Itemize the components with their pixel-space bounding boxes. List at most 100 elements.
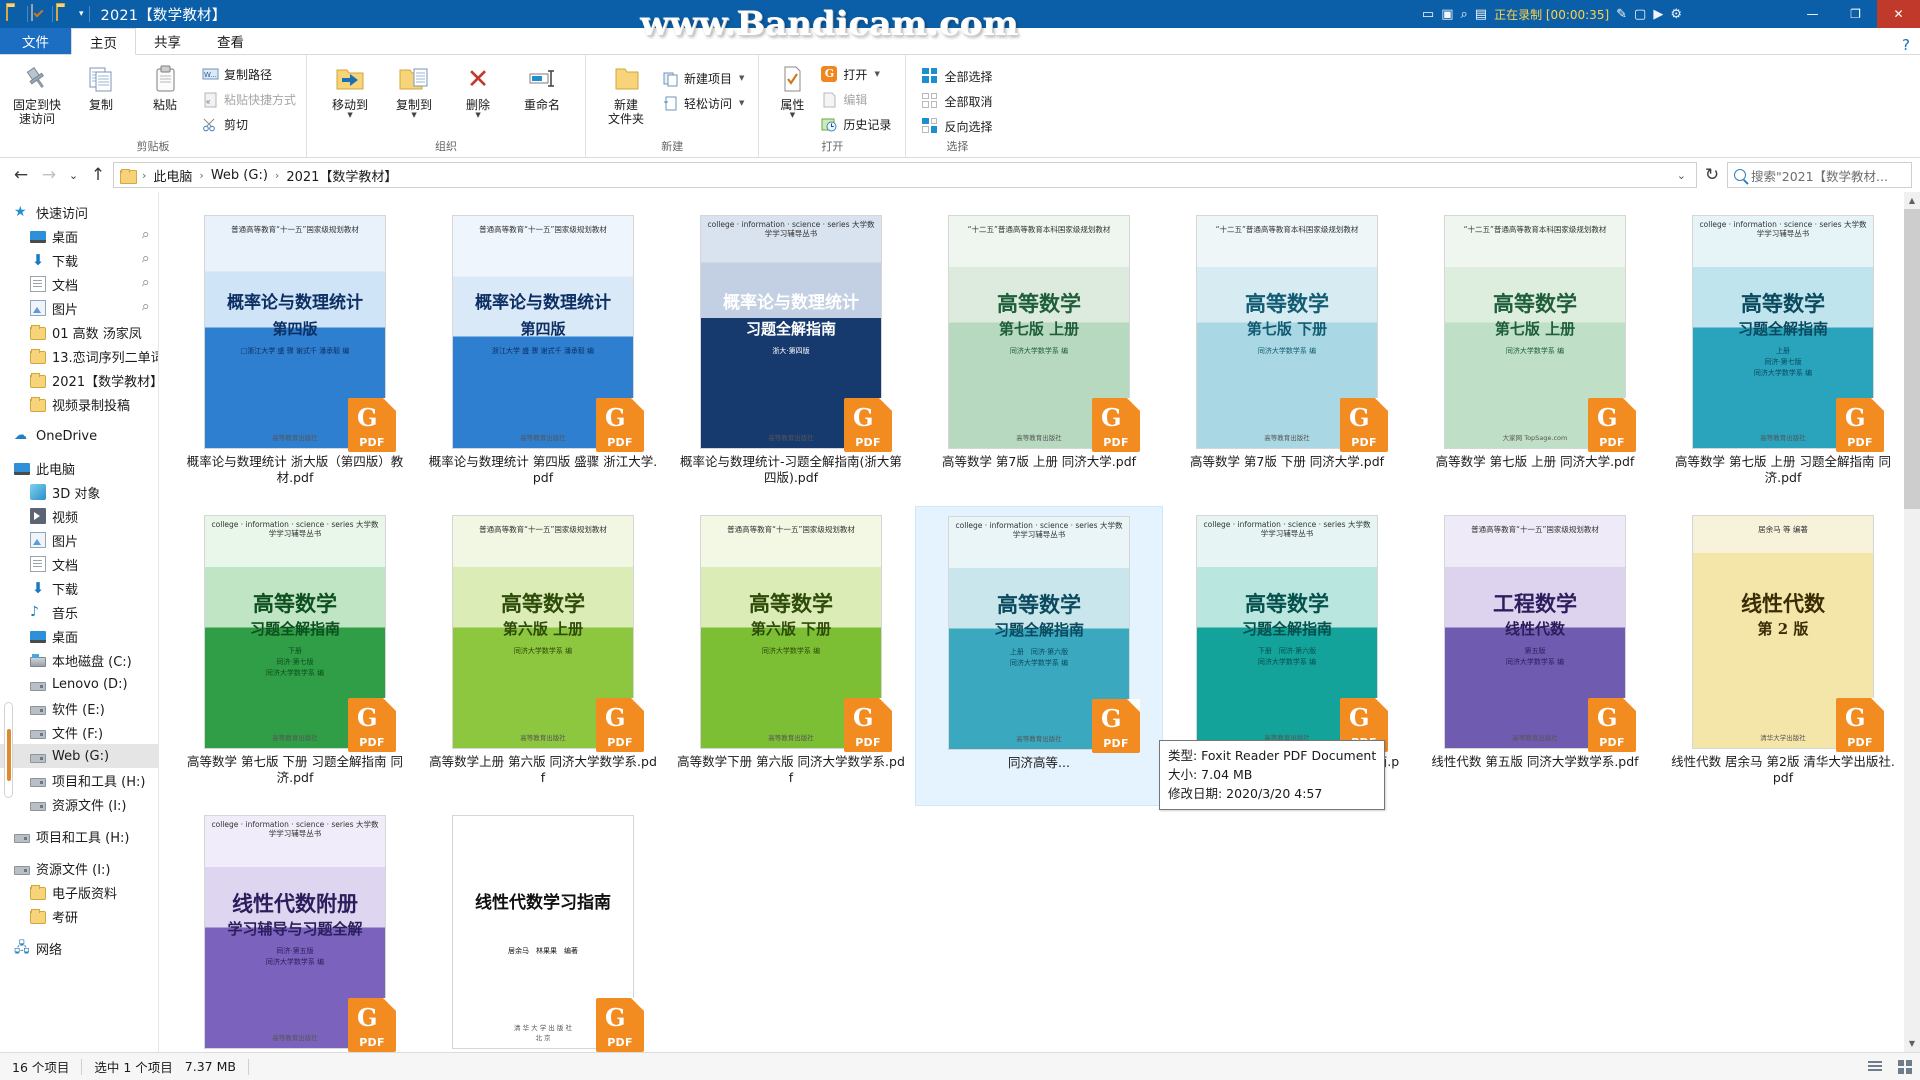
sidebar-item-2[interactable]: ⬇ 下载 ⚲ xyxy=(0,248,158,272)
select-all-button[interactable]: 全部选择 xyxy=(918,65,996,87)
file-name[interactable]: 概率论与数理统计 浙大版（第四版）教材.pdf xyxy=(180,454,410,486)
forward-button[interactable]: → xyxy=(36,162,62,188)
video-icon[interactable]: ▶ xyxy=(1653,7,1663,22)
file-tile[interactable]: 线性代数学习指南居余马 林果果 编著清 华 大 学 出 版 社 北 京GPDF线… xyxy=(419,806,667,1052)
copy-path-button[interactable]: W... 复制路径 xyxy=(198,63,300,85)
file-tile[interactable]: “十二五”普通高等教育本科国家级规划教材 高等数学 第七版 下册 同济大学数学系 编高… xyxy=(1163,206,1411,506)
file-name[interactable]: 高等数学 第七版 上册 同济大学.pdf xyxy=(1420,454,1650,470)
scroll-up-icon[interactable]: ▲ xyxy=(1904,192,1920,209)
pin-to-quick-access-button[interactable]: 固定到快 速访问 xyxy=(6,59,68,126)
sidebar-item-23[interactable]: 项目和工具 (H:) xyxy=(0,768,158,792)
select-none-button[interactable]: 全部取消 xyxy=(918,90,996,112)
pin-icon[interactable]: ⚲ xyxy=(139,230,151,242)
navigation-scrollbar[interactable] xyxy=(4,702,13,798)
copy-button[interactable]: 复制 xyxy=(70,59,132,112)
sidebar-item-1[interactable]: 桌面 ⚲ xyxy=(0,224,158,248)
sidebar-item-4[interactable]: 图片 ⚲ xyxy=(0,296,158,320)
chevron-down-icon[interactable]: ▾ xyxy=(79,9,84,19)
sidebar-item-0[interactable]: ★ 快速访问 xyxy=(0,200,158,224)
chevron-down-icon[interactable]: ▼ xyxy=(739,74,744,82)
sidebar-item-14[interactable]: 文档 xyxy=(0,552,158,576)
tab-home[interactable]: 主页 xyxy=(71,28,136,55)
sidebar-item-11[interactable]: 3D 对象 xyxy=(0,480,158,504)
new-item-button[interactable]: 新建项目 ▼ xyxy=(658,67,748,89)
gamepad-icon[interactable]: ▤ xyxy=(1475,7,1487,22)
file-tile[interactable]: college · information · science · series… xyxy=(171,506,419,806)
refresh-button[interactable]: ↻ xyxy=(1699,162,1725,188)
file-tile[interactable]: 普通高等教育“十一五”国家级规划教材 工程数学 线性代数 第五版 同济大学数学系 编高… xyxy=(1411,506,1659,806)
file-tile[interactable]: college · information · science · series… xyxy=(1659,206,1907,506)
file-name[interactable]: 概率论与数理统计 第四版 盛骤 浙江大学.pdf xyxy=(428,454,658,486)
file-tile[interactable]: 居余马 等 编著 线性代数第 2 版清华大学出版社 G PDF 线性代数 居余马 第2版… xyxy=(1659,506,1907,806)
history-button[interactable]: 历史记录 xyxy=(817,113,895,135)
file-tile[interactable]: “十二五”普通高等教育本科国家级规划教材 高等数学 第七版 上册 同济大学数学系 编高… xyxy=(915,206,1163,506)
tab-view[interactable]: 查看 xyxy=(199,28,262,54)
invert-selection-button[interactable]: 反向选择 xyxy=(918,115,996,137)
sidebar-item-26[interactable]: 资源文件 (I:) xyxy=(0,856,158,880)
copy-to-button[interactable]: 复制到 ▼ xyxy=(383,59,445,119)
content-scrollbar[interactable]: ▲ ▼ xyxy=(1904,192,1920,1052)
monitor-icon[interactable]: ▭ xyxy=(1422,7,1434,22)
minimize-button[interactable]: — xyxy=(1791,0,1834,28)
pin-icon[interactable]: ⚲ xyxy=(139,254,151,266)
breadcrumb-item-0[interactable]: 此电脑 xyxy=(148,166,197,185)
tab-file[interactable]: 文件 xyxy=(0,28,71,54)
file-name[interactable]: 概率论与数理统计-习题全解指南(浙大第四版).pdf xyxy=(676,454,906,486)
file-tile[interactable]: 普通高等教育“十一五”国家级规划教材 概率论与数理统计 第四版 浙江大学 盛 骤 谢式… xyxy=(419,206,667,506)
details-view-icon[interactable] xyxy=(1860,1054,1890,1080)
large-icons-view-icon[interactable] xyxy=(1890,1054,1920,1080)
file-name[interactable]: 线性代数 第五版 同济大学数学系.pdf xyxy=(1420,754,1650,770)
sidebar-item-3[interactable]: 文档 ⚲ xyxy=(0,272,158,296)
camera-icon[interactable]: ▢ xyxy=(1634,7,1646,22)
sidebar-item-19[interactable]: Lenovo (D:) xyxy=(0,672,158,696)
scrollbar-thumb[interactable] xyxy=(1904,209,1920,509)
up-button[interactable]: ↑ xyxy=(85,162,111,188)
chevron-down-icon[interactable]: ▼ xyxy=(411,112,416,119)
file-tile[interactable]: college · information · science · series… xyxy=(915,506,1163,806)
chevron-down-icon[interactable]: ▼ xyxy=(874,70,879,78)
open-button[interactable]: G 打开 ▼ xyxy=(817,63,895,85)
file-tile[interactable]: “十二五”普通高等教育本科国家级规划教材 高等数学 第七版 上册 同济大学数学系 编大… xyxy=(1411,206,1659,506)
sidebar-item-29[interactable]: 🖧 网络 xyxy=(0,936,158,960)
breadcrumb-separator[interactable]: › xyxy=(198,169,204,182)
delete-button[interactable]: ✕ 删除 ▼ xyxy=(447,59,509,119)
chevron-down-icon[interactable]: ▼ xyxy=(739,99,744,107)
file-tile[interactable]: 普通高等教育“十一五”国家级规划教材 高等数学 第六版 上册 同济大学数学系 编高等教… xyxy=(419,506,667,806)
file-name[interactable]: 高等数学上册 第六版 同济大学数学系.pdf xyxy=(428,754,658,786)
sidebar-item-17[interactable]: 桌面 xyxy=(0,624,158,648)
search-input[interactable]: 搜索"2021【数学教材... xyxy=(1727,162,1912,188)
edit-button[interactable]: 编辑 xyxy=(817,88,895,110)
paste-button[interactable]: 粘贴 xyxy=(134,59,196,112)
maximize-button[interactable]: ❐ xyxy=(1834,0,1877,28)
tab-share[interactable]: 共享 xyxy=(136,28,199,54)
new-folder-icon[interactable] xyxy=(56,4,74,23)
zoom-icon[interactable]: ⌕ xyxy=(1460,7,1467,22)
sidebar-item-6[interactable]: 13.恋词序列二单词 xyxy=(0,344,158,368)
scroll-down-icon[interactable]: ▼ xyxy=(1904,1035,1920,1052)
sidebar-item-25[interactable]: 项目和工具 (H:) xyxy=(0,824,158,848)
sidebar-item-21[interactable]: 文件 (F:) xyxy=(0,720,158,744)
pin-icon[interactable]: ⚲ xyxy=(139,278,151,290)
help-icon[interactable]: ? xyxy=(1902,36,1910,54)
pin-icon[interactable]: ⚲ xyxy=(139,302,151,314)
file-tile[interactable]: 普通高等教育“十一五”国家级规划教材 概率论与数理统计 第四版 □浙江大学 盛 骤 谢… xyxy=(171,206,419,506)
sidebar-item-18[interactable]: 本地磁盘 (C:) xyxy=(0,648,158,672)
close-button[interactable]: ✕ xyxy=(1877,0,1920,28)
properties-icon[interactable] xyxy=(31,4,49,23)
file-name[interactable]: 线性代数 居余马 第2版 清华大学出版社.pdf xyxy=(1668,754,1898,786)
file-tile[interactable]: college · information · science · series… xyxy=(667,206,915,506)
sidebar-item-10[interactable]: 此电脑 xyxy=(0,456,158,480)
sidebar-item-20[interactable]: 软件 (E:) xyxy=(0,696,158,720)
move-to-button[interactable]: 移动到 ▼ xyxy=(319,59,381,119)
sidebar-item-13[interactable]: 图片 xyxy=(0,528,158,552)
sidebar-item-22[interactable]: Web (G:) xyxy=(0,744,158,768)
paste-shortcut-button[interactable]: 粘贴快捷方式 xyxy=(198,88,300,110)
chevron-down-icon[interactable]: ▼ xyxy=(475,112,480,119)
file-name[interactable]: 高等数学 第7版 下册 同济大学.pdf xyxy=(1172,454,1402,470)
rename-button[interactable]: 重命名 xyxy=(511,59,573,112)
sidebar-item-5[interactable]: 01 高数 汤家凤 xyxy=(0,320,158,344)
sidebar-item-15[interactable]: ⬇ 下载 xyxy=(0,576,158,600)
settings-icon[interactable]: ⚙ xyxy=(1670,7,1682,22)
breadcrumb-separator[interactable]: › xyxy=(274,169,280,182)
file-name[interactable]: 高等数学 第7版 上册 同济大学.pdf xyxy=(924,454,1154,470)
